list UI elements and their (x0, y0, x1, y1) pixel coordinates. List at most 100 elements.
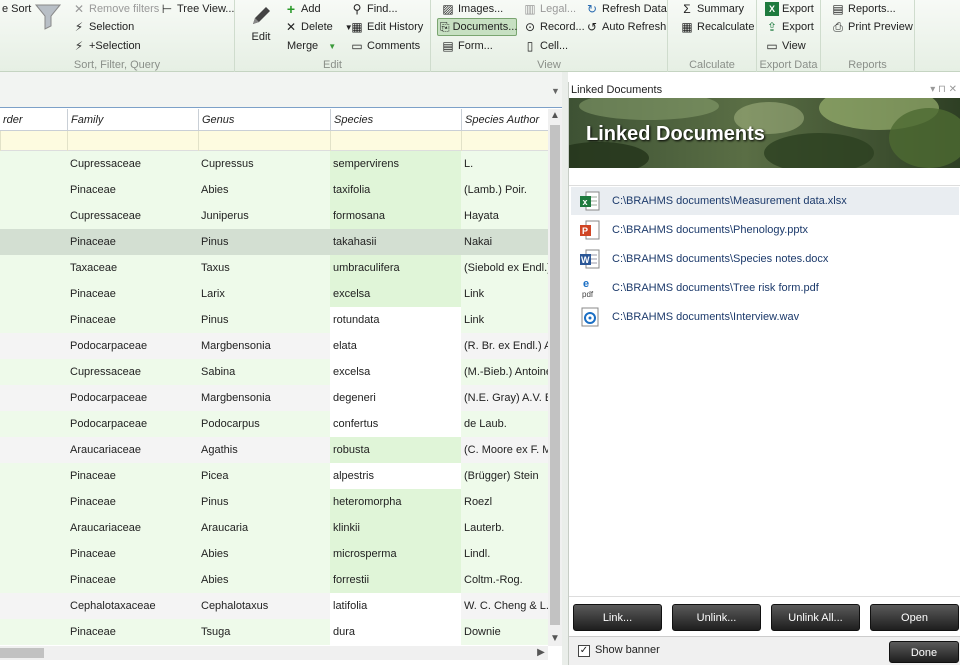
filter-cell[interactable] (330, 131, 461, 151)
table-cell[interactable]: (C. Moore ex F. M (461, 437, 548, 463)
document-item[interactable]: x C:\BRAHMS documents\Measurement data.xl… (571, 187, 959, 215)
table-cell[interactable]: latifolia (330, 593, 461, 619)
scroll-up-icon[interactable]: ▲ (548, 109, 562, 123)
table-cell[interactable]: Margbensonia (198, 385, 330, 411)
table-cell[interactable]: Cephalotaxus (198, 593, 330, 619)
table-row[interactable]: Podocarpaceae Margbensonia elata (R. Br. ex… (0, 333, 548, 359)
column-header[interactable]: Species Author (461, 109, 548, 131)
filter-button[interactable] (34, 2, 62, 30)
done-button[interactable]: Done (889, 641, 959, 663)
sort-button[interactable]: e Sort (0, 0, 33, 18)
edit-history-button[interactable]: ▦ Edit History (348, 18, 425, 36)
table-cell[interactable]: Podocarpaceae (67, 333, 198, 359)
filter-cell[interactable] (198, 131, 330, 151)
summary-button[interactable]: Σ Summary (678, 0, 746, 18)
column-header[interactable]: rder (0, 109, 67, 131)
table-cell[interactable]: (R. Br. ex Endl.) A.V (461, 333, 548, 359)
table-cell[interactable]: Sabina (198, 359, 330, 385)
table-cell[interactable]: Pinaceae (67, 567, 198, 593)
table-cell[interactable] (0, 177, 67, 203)
table-cell[interactable]: degeneri (330, 385, 461, 411)
document-item[interactable]: W C:\BRAHMS documents\Species notes.docx (571, 245, 959, 273)
table-cell[interactable]: Agathis (198, 437, 330, 463)
table-row[interactable]: Pinaceae Pinus takahasii Nakai (0, 229, 548, 255)
print-preview-button[interactable]: ⎙ Print Preview (829, 18, 915, 36)
table-cell[interactable]: Margbensonia (198, 333, 330, 359)
table-cell[interactable]: Podocarpaceae (67, 385, 198, 411)
reports-button[interactable]: ▤ Reports... (829, 0, 898, 18)
table-cell[interactable]: Coltm.-Rog. (461, 567, 548, 593)
table-cell[interactable]: Araucariaceae (67, 515, 198, 541)
table-cell[interactable]: Pinaceae (67, 307, 198, 333)
horizontal-scroll-thumb[interactable] (0, 648, 44, 658)
column-header[interactable]: Family (67, 109, 198, 131)
table-cell[interactable]: Pinus (198, 307, 330, 333)
table-cell[interactable] (0, 385, 67, 411)
table-cell[interactable]: Abies (198, 567, 330, 593)
form-button[interactable]: ▤ Form... (439, 37, 495, 55)
table-cell[interactable]: Larix (198, 281, 330, 307)
table-cell[interactable] (0, 203, 67, 229)
table-cell[interactable]: Taxus (198, 255, 330, 281)
cell-button[interactable]: ▯ Cell... (521, 37, 570, 55)
refresh-data-button[interactable]: ↻ Refresh Data (583, 0, 669, 18)
table-row[interactable]: Taxaceae Taxus umbraculifera (Siebold ex En… (0, 255, 548, 281)
scroll-down-icon[interactable]: ▼ (548, 632, 562, 646)
table-cell[interactable]: Araucaria (198, 515, 330, 541)
table-cell[interactable]: Lindl. (461, 541, 548, 567)
table-row[interactable]: Podocarpaceae Margbensonia degeneri (N.E. G… (0, 385, 548, 411)
table-cell[interactable] (0, 489, 67, 515)
table-cell[interactable]: Pinaceae (67, 177, 198, 203)
scroll-right-icon[interactable]: ▶ (534, 646, 548, 660)
table-cell[interactable]: klinkii (330, 515, 461, 541)
table-cell[interactable]: Abies (198, 177, 330, 203)
table-cell[interactable]: (Lamb.) Poir. (461, 177, 548, 203)
open-button[interactable]: Open (870, 604, 959, 631)
tree-view-button[interactable]: ⊢ Tree View... (158, 0, 236, 18)
table-cell[interactable]: sempervirens (330, 151, 461, 177)
selection-button[interactable]: ⚡ Selection (70, 18, 136, 36)
collapse-panel-icon[interactable]: ▼ (551, 86, 560, 96)
table-cell[interactable]: Cupressaceae (67, 359, 198, 385)
table-cell[interactable]: Taxaceae (67, 255, 198, 281)
column-header[interactable]: Genus (198, 109, 330, 131)
show-banner-checkbox[interactable]: ✓ (578, 645, 590, 657)
table-cell[interactable] (0, 255, 67, 281)
edit-button[interactable]: Edit (249, 4, 273, 43)
table-cell[interactable]: Link (461, 307, 548, 333)
table-cell[interactable]: Pinaceae (67, 541, 198, 567)
table-cell[interactable] (0, 437, 67, 463)
table-row[interactable]: Pinaceae Pinus rotundata Link (0, 307, 548, 333)
table-cell[interactable]: Cupressaceae (67, 151, 198, 177)
table-cell[interactable]: Nakai (461, 229, 548, 255)
table-cell[interactable]: Lauterb. (461, 515, 548, 541)
table-cell[interactable]: Cephalotaxaceae (67, 593, 198, 619)
table-cell[interactable]: Hayata (461, 203, 548, 229)
plus-selection-button[interactable]: ⚡ +Selection (70, 37, 143, 55)
table-cell[interactable]: Roezl (461, 489, 548, 515)
comments-button[interactable]: ▭ Comments (348, 37, 422, 55)
documents-button[interactable]: ⎘ Documents... (437, 18, 517, 36)
record-button[interactable]: ⊙ Record... (521, 18, 587, 36)
table-cell[interactable]: Pinus (198, 489, 330, 515)
unlink-all-button[interactable]: Unlink All... (771, 604, 860, 631)
table-cell[interactable] (0, 333, 67, 359)
table-cell[interactable]: excelsa (330, 359, 461, 385)
table-cell[interactable]: Cupressaceae (67, 203, 198, 229)
table-cell[interactable]: Pinaceae (67, 489, 198, 515)
table-cell[interactable]: Pinus (198, 229, 330, 255)
table-cell[interactable]: Araucariaceae (67, 437, 198, 463)
table-row[interactable]: Pinaceae Picea alpestris (Brügger) Stein (0, 463, 548, 489)
table-cell[interactable]: Pinaceae (67, 463, 198, 489)
table-cell[interactable]: (M.-Bieb.) Antoine (461, 359, 548, 385)
export-excel-button[interactable]: X Export (763, 0, 816, 18)
table-cell[interactable]: (Brügger) Stein (461, 463, 548, 489)
auto-refresh-button[interactable]: ↺ Auto Refresh (583, 18, 668, 36)
filter-cell[interactable] (67, 131, 198, 151)
table-row[interactable]: Pinaceae Pinus heteromorpha Roezl (0, 489, 548, 515)
legal-button[interactable]: ▥ Legal... (521, 0, 578, 18)
table-cell[interactable]: Picea (198, 463, 330, 489)
table-cell[interactable]: Tsuga (198, 619, 330, 645)
table-cell[interactable]: confertus (330, 411, 461, 437)
table-cell[interactable]: de Laub. (461, 411, 548, 437)
